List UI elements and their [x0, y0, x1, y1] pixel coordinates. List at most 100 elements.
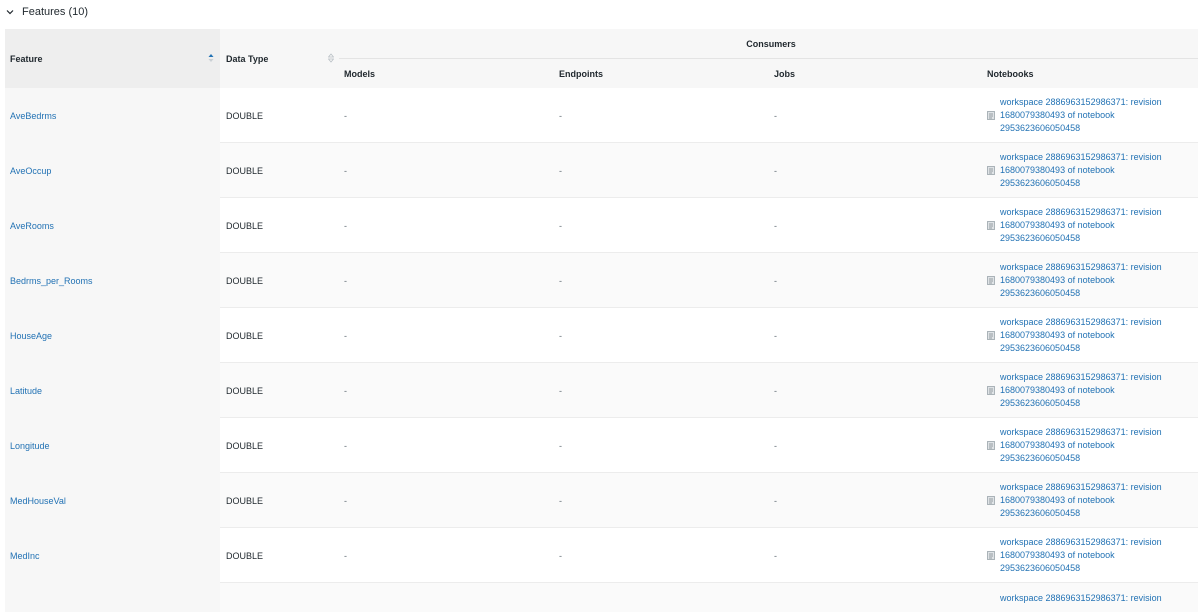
notebook-icon [987, 221, 995, 230]
notebook-icon [987, 551, 995, 560]
models-cell [339, 583, 554, 612]
notebook-icon [987, 441, 995, 450]
table-row: Bedrms_per_Rooms DOUBLE - - - workspace … [5, 253, 1198, 308]
column-header-jobs: Jobs [769, 59, 984, 88]
data-type-cell [220, 583, 339, 612]
notebook-icon [987, 276, 995, 285]
chevron-down-icon [6, 8, 14, 16]
data-type-cell: DOUBLE [226, 275, 264, 286]
features-table: Feature Data Type Consumers Models Endpo… [5, 29, 1198, 612]
notebooks-cell: workspace 2886963152986371: revision 168… [984, 528, 1198, 583]
notebook-link[interactable]: workspace 2886963152986371: revision 168… [1000, 371, 1175, 410]
notebook-icon [987, 386, 995, 395]
jobs-cell: - [774, 550, 777, 561]
notebooks-cell: workspace 2886963152986371: revision 168… [984, 308, 1198, 363]
notebook-link[interactable]: workspace 2886963152986371: revision 168… [1000, 206, 1175, 245]
notebooks-cell: workspace 2886963152986371: revision 168… [984, 88, 1198, 143]
table-row: AveRooms DOUBLE - - - workspace 28869631… [5, 198, 1198, 253]
jobs-cell: - [774, 275, 777, 286]
column-header-label: Models [344, 68, 376, 79]
feature-link[interactable]: Longitude [5, 418, 220, 473]
sort-icon[interactable] [328, 53, 334, 63]
column-header-data-type[interactable]: Data Type [220, 29, 339, 88]
section-title: Features (10) [22, 6, 89, 18]
feature-link[interactable] [5, 583, 220, 612]
data-type-cell: DOUBLE [226, 440, 264, 451]
notebooks-cell: workspace 2886963152986371: revision 168… [984, 473, 1198, 528]
endpoints-cell: - [559, 165, 562, 176]
notebook-icon [987, 331, 995, 340]
data-type-cell: DOUBLE [226, 495, 264, 506]
column-header-label: Jobs [774, 68, 796, 79]
notebooks-cell: workspace 2886963152986371: revision 168… [984, 363, 1198, 418]
jobs-cell: - [774, 330, 777, 341]
table-row: AveOccup DOUBLE - - - workspace 28869631… [5, 143, 1198, 198]
feature-link[interactable]: AveOccup [5, 143, 220, 198]
column-header-endpoints: Endpoints [554, 59, 769, 88]
column-group-label: Consumers [746, 38, 796, 49]
data-type-cell: DOUBLE [226, 550, 264, 561]
endpoints-cell [554, 583, 769, 612]
notebook-link[interactable]: workspace 2886963152986371: revision 168… [1000, 316, 1175, 355]
table-row: Latitude DOUBLE - - - workspace 28869631… [5, 363, 1198, 418]
models-cell: - [344, 495, 347, 506]
notebook-link[interactable]: workspace 2886963152986371: revision 168… [1000, 151, 1175, 190]
notebook-icon [987, 166, 995, 175]
feature-link[interactable]: Latitude [5, 363, 220, 418]
models-cell: - [344, 275, 347, 286]
jobs-cell: - [774, 110, 777, 121]
column-header-notebooks: Notebooks [984, 59, 1198, 88]
feature-link[interactable]: Bedrms_per_Rooms [5, 253, 220, 308]
jobs-cell [769, 583, 984, 612]
jobs-cell: - [774, 385, 777, 396]
endpoints-cell: - [559, 440, 562, 451]
feature-link[interactable]: MedHouseVal [5, 473, 220, 528]
notebook-icon [987, 496, 995, 505]
models-cell: - [344, 220, 347, 231]
data-type-cell: DOUBLE [226, 165, 264, 176]
data-type-cell: DOUBLE [226, 220, 264, 231]
models-cell: - [344, 385, 347, 396]
feature-link[interactable]: AveRooms [5, 198, 220, 253]
jobs-cell: - [774, 495, 777, 506]
notebooks-cell: workspace 2886963152986371: revision 168… [984, 418, 1198, 473]
sort-ascending-icon[interactable] [208, 53, 214, 63]
column-header-label: Data Type [226, 53, 269, 64]
column-header-models: Models [339, 59, 554, 88]
notebooks-cell: workspace 2886963152986371: revision 168… [984, 253, 1198, 308]
jobs-cell: - [774, 440, 777, 451]
column-group-consumers: Consumers [339, 29, 1198, 59]
jobs-cell: - [774, 220, 777, 231]
notebook-link[interactable]: workspace 2886963152986371: revision 168… [1000, 96, 1175, 135]
notebook-link[interactable]: workspace 2886963152986371: revision [1000, 592, 1175, 605]
table-row: AveBedrms DOUBLE - - - workspace 2886963… [5, 88, 1198, 143]
table-row: workspace 2886963152986371: revision [5, 583, 1198, 612]
models-cell: - [344, 550, 347, 561]
table-row: MedInc DOUBLE - - - workspace 2886963152… [5, 528, 1198, 583]
notebook-link[interactable]: workspace 2886963152986371: revision 168… [1000, 536, 1175, 575]
features-section-toggle[interactable]: Features (10) [6, 3, 88, 21]
table-row: Longitude DOUBLE - - - workspace 2886963… [5, 418, 1198, 473]
endpoints-cell: - [559, 220, 562, 231]
endpoints-cell: - [559, 330, 562, 341]
data-type-cell: DOUBLE [226, 330, 264, 341]
table-row: MedHouseVal DOUBLE - - - workspace 28869… [5, 473, 1198, 528]
data-type-cell: DOUBLE [226, 385, 264, 396]
notebook-link[interactable]: workspace 2886963152986371: revision 168… [1000, 426, 1175, 465]
column-header-feature[interactable]: Feature [5, 29, 220, 88]
data-type-cell: DOUBLE [226, 110, 264, 121]
notebooks-cell: workspace 2886963152986371: revision 168… [984, 198, 1198, 253]
jobs-cell: - [774, 165, 777, 176]
endpoints-cell: - [559, 550, 562, 561]
notebook-link[interactable]: workspace 2886963152986371: revision 168… [1000, 261, 1175, 300]
feature-link[interactable]: AveBedrms [5, 88, 220, 143]
column-header-label: Feature [10, 53, 43, 64]
endpoints-cell: - [559, 275, 562, 286]
models-cell: - [344, 165, 347, 176]
column-header-label: Notebooks [987, 68, 1034, 79]
notebook-icon [987, 111, 995, 120]
notebook-link[interactable]: workspace 2886963152986371: revision 168… [1000, 481, 1175, 520]
feature-link[interactable]: MedInc [5, 528, 220, 583]
feature-link[interactable]: HouseAge [5, 308, 220, 363]
endpoints-cell: - [559, 110, 562, 121]
